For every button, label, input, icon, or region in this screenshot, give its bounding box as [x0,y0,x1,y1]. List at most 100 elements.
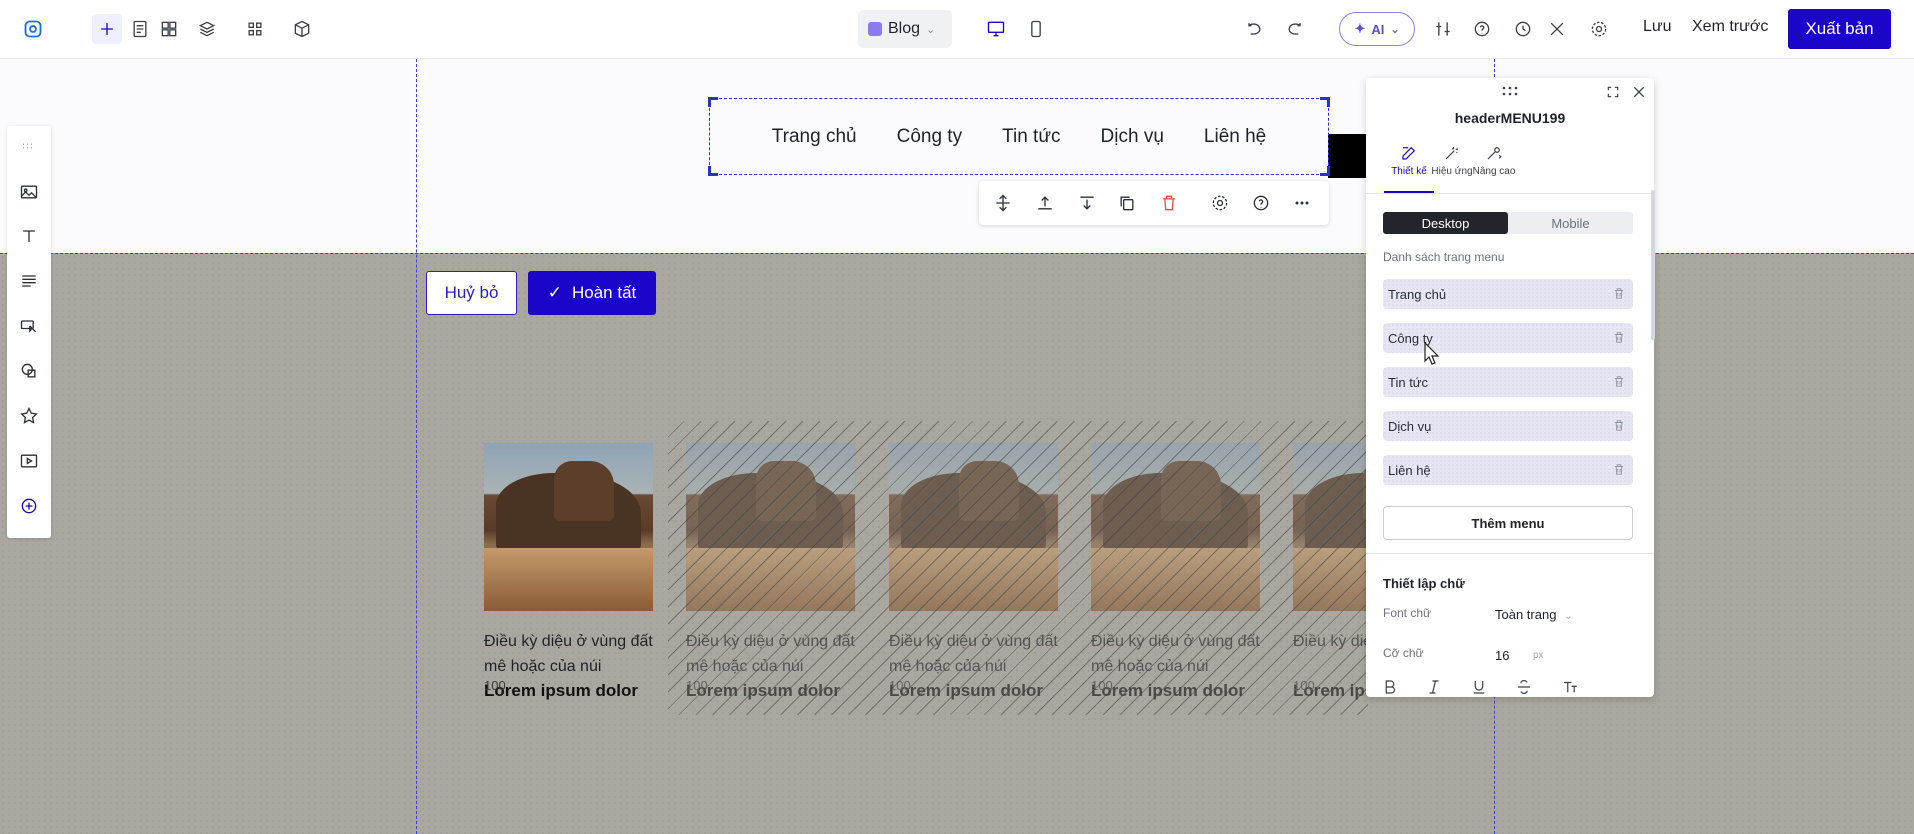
add-menu-button[interactable]: Thêm menu [1383,506,1633,540]
drag-handle-icon[interactable] [1500,84,1520,96]
card-title: Điều kỳ diệu ở vùng đất mê hoặc của núi [686,633,855,675]
redo-icon[interactable] [1280,14,1310,44]
trash-icon[interactable] [1612,374,1626,389]
pages-icon[interactable] [125,14,155,44]
desktop-toggle[interactable]: Desktop [1383,212,1508,234]
menu-item-label: Dịch vụ [1388,418,1432,434]
font-select[interactable]: Toàn trang ⌄ [1495,607,1572,622]
trash-icon[interactable] [1612,418,1626,433]
nav-item-contact[interactable]: Liên hệ [1204,126,1266,148]
card-image [686,443,855,611]
publish-button[interactable]: Xuất bản [1788,9,1891,49]
menu-list-item[interactable]: Trang chủ [1383,279,1633,309]
history-icon[interactable] [1508,14,1538,44]
card-title: Điều kỳ diệu ở vùng [1293,633,1366,650]
blog-card[interactable]: Điều kỳ diệu ở vùng đất mê hoặc của núi … [889,443,1058,703]
more-icon[interactable] [1292,193,1312,213]
font-size-label: Cỡ chữ [1383,646,1424,660]
card-number: 100 [484,678,506,693]
adjust-icon[interactable] [1428,14,1458,44]
guide-line-left [416,59,417,834]
text-icon[interactable] [19,226,39,246]
trash-icon[interactable] [1612,330,1626,345]
move-icon[interactable] [993,193,1013,213]
card-number: 100 [1091,678,1113,693]
blog-card[interactable]: Điều kỳ diệu ở vùng đất mê hoặc của núi … [686,443,855,703]
app-logo-icon[interactable] [18,14,48,44]
move-down-icon[interactable] [1077,193,1097,213]
bold-icon[interactable] [1381,678,1399,696]
menu-list-item[interactable]: Dịch vụ [1383,411,1633,441]
menu-item-label: Trang chủ [1388,286,1447,302]
resize-handle[interactable] [1320,97,1330,107]
text-case-icon[interactable] [1561,678,1579,696]
header-menu[interactable]: Trang chủ Công ty Tin tức Dịch vụ Liên h… [708,97,1330,176]
card-image [1091,443,1260,611]
tab-label: Thiết kế [1391,166,1427,177]
tab-advanced[interactable]: Nâng cao [1468,144,1520,177]
add-circle-icon[interactable] [19,496,39,516]
ai-button[interactable]: ✦ AI ⌄ [1339,12,1415,46]
move-up-icon[interactable] [1035,193,1055,213]
tools-icon[interactable] [1542,14,1572,44]
page-select[interactable]: Blog ⌄ [858,10,952,48]
expand-icon[interactable] [1606,85,1620,99]
resize-handle[interactable] [1320,166,1330,176]
mobile-view-icon[interactable] [1021,14,1051,44]
card-image [484,443,653,611]
settings-icon[interactable] [1584,14,1614,44]
element-toolbar [979,181,1329,225]
blog-card[interactable]: Điều kỳ diệu ở vùng đất mê hoặc của núi … [484,443,653,703]
layers-icon[interactable] [192,14,222,44]
close-icon[interactable] [1631,84,1647,100]
nav-item-home[interactable]: Trang chủ [772,126,857,148]
desktop-view-icon[interactable] [981,14,1011,44]
chevron-down-icon: ⌄ [926,23,936,36]
gear-icon[interactable] [1210,193,1230,213]
drag-handle-icon[interactable] [19,136,39,156]
preview-button[interactable]: Xem trước [1692,18,1768,36]
menu-list-item[interactable]: Liên hệ [1383,455,1633,485]
card-subtitle: Lorem ipsum dolor [686,681,840,700]
mobile-toggle[interactable]: Mobile [1508,212,1633,234]
cancel-button[interactable]: Huỷ bỏ [426,271,517,315]
trash-icon[interactable] [1612,286,1626,301]
duplicate-icon[interactable] [1117,193,1137,213]
help-icon[interactable] [1467,14,1497,44]
image-icon[interactable] [19,182,39,202]
resize-handle[interactable] [708,97,718,107]
blog-card[interactable]: Điều kỳ diệu ở vùng đất mê hoặc của núi … [1091,443,1260,703]
nav-item-news[interactable]: Tin tức [1002,126,1060,148]
apps-icon[interactable] [240,14,270,44]
delete-icon[interactable] [1159,193,1179,213]
paragraph-icon[interactable] [19,271,39,291]
panel-scrollbar[interactable] [1651,190,1655,340]
blog-card[interactable]: Điều kỳ diệu ở vùng 100 Lorem ipsum dolo… [1293,443,1366,703]
chevron-down-icon: ⌄ [1390,23,1400,36]
menu-list-item[interactable]: Tin tức [1383,367,1633,397]
font-size-unit: px [1533,650,1544,661]
page-select-label: Blog [888,20,921,37]
font-size-input[interactable]: 16 [1495,648,1509,663]
video-icon[interactable] [19,451,39,471]
nav-item-services[interactable]: Dịch vụ [1101,126,1164,148]
button-element-icon[interactable] [19,316,39,336]
italic-icon[interactable] [1425,678,1443,696]
magic-wand-icon [1445,147,1458,160]
underline-icon[interactable] [1470,678,1488,696]
box-icon[interactable] [287,14,317,44]
sparkle-icon: ✦ [1354,21,1366,36]
save-button[interactable]: Lưu [1643,18,1672,36]
nav-item-company[interactable]: Công ty [897,126,962,148]
shapes-icon[interactable] [19,361,39,381]
sections-icon[interactable] [154,14,184,44]
trash-icon[interactable] [1612,462,1626,477]
strikethrough-icon[interactable] [1515,678,1533,696]
add-element-icon[interactable] [92,14,122,44]
header-button-block[interactable] [1328,134,1368,178]
done-button[interactable]: ✓ Hoàn tất [528,271,656,315]
undo-icon[interactable] [1239,14,1269,44]
help-icon[interactable] [1251,193,1271,213]
star-icon[interactable] [19,406,39,426]
resize-handle[interactable] [708,166,718,176]
